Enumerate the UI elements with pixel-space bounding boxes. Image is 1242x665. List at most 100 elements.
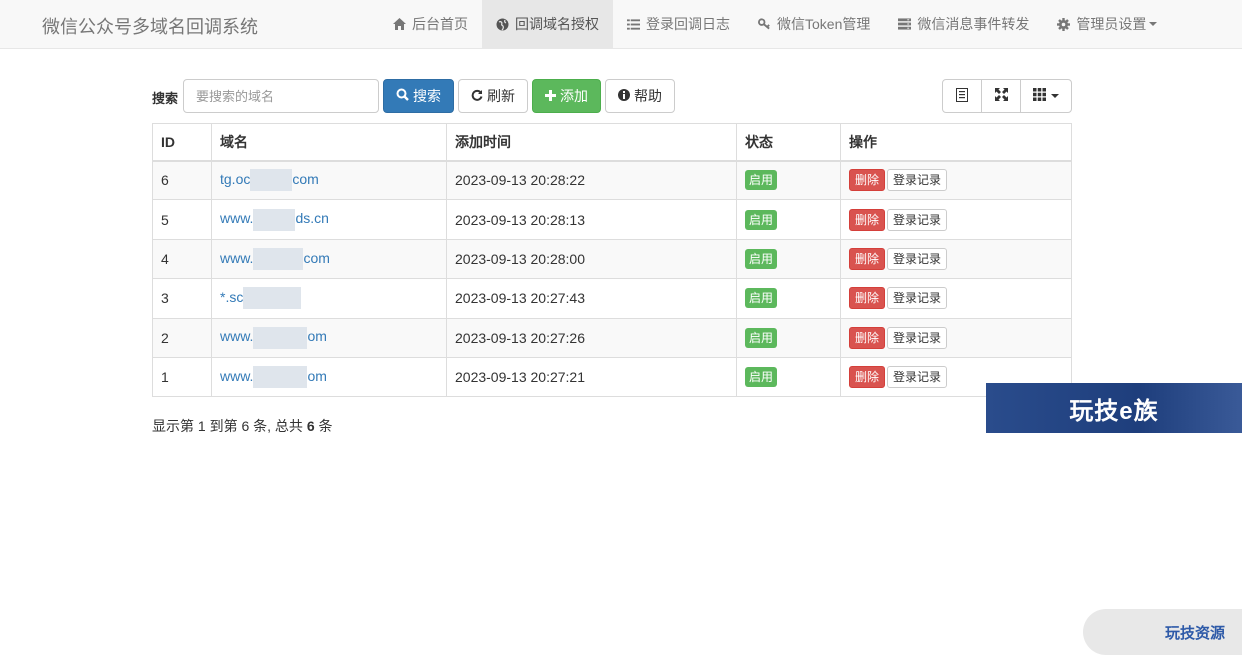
domain-link[interactable]: www. om <box>220 366 327 389</box>
column-header-status[interactable]: 状态 <box>736 123 841 162</box>
column-header-time[interactable]: 添加时间 <box>446 123 737 162</box>
chevron-down-icon <box>1051 94 1059 98</box>
table-header-row: ID 域名 添加时间 状态 操作 <box>152 123 1072 162</box>
delete-button[interactable]: 删除 <box>849 287 886 310</box>
search-button[interactable]: 搜索 <box>383 79 454 113</box>
pagination-text: 显示第 <box>152 418 194 434</box>
cell-id: 2 <box>152 317 212 358</box>
main-nav: 后台首页 回调域名授权 登录回调日志 微信Token管理 微信消息事件转发 管理… <box>379 0 1171 48</box>
gear-icon <box>1057 17 1071 31</box>
delete-button[interactable]: 删除 <box>849 366 886 389</box>
domain-text-start: www. <box>220 367 254 384</box>
column-header-id[interactable]: ID <box>152 123 212 162</box>
column-header-actions: 操作 <box>840 123 1072 162</box>
cell-time: 2023-09-13 20:28:22 <box>446 159 737 201</box>
status-badge[interactable]: 启用 <box>745 367 778 388</box>
cell-actions: 删除 登录记录 <box>840 317 1072 358</box>
pagination-from: 1 <box>197 418 206 434</box>
cell-status: 启用 <box>736 238 841 280</box>
nav-item-home[interactable]: 后台首页 <box>379 0 482 48</box>
redaction-blur <box>243 287 302 310</box>
columns-dropdown-button[interactable] <box>1020 79 1072 113</box>
nav-label: 后台首页 <box>412 16 468 32</box>
cell-id: 4 <box>152 238 212 280</box>
add-button-label: 添加 <box>560 88 588 104</box>
domain-text-start: www. <box>220 210 254 227</box>
help-button[interactable]: 帮助 <box>605 79 675 113</box>
brand-title[interactable]: 微信公众号多域名回调系统 <box>42 13 258 39</box>
domain-table: ID 域名 添加时间 状态 操作 6 tg.oc com 2023-09-13 2… <box>152 123 1072 398</box>
cell-status: 启用 <box>736 317 841 358</box>
nav-item-token[interactable]: 微信Token管理 <box>744 0 884 48</box>
top-navbar: 微信公众号多域名回调系统 后台首页 回调域名授权 登录回调日志 微信Token管… <box>0 0 1242 49</box>
list-icon <box>627 18 640 31</box>
nav-item-login-logs[interactable]: 登录回调日志 <box>613 0 744 48</box>
cell-actions: 删除 登录记录 <box>840 238 1072 280</box>
domain-link[interactable]: www. om <box>220 326 327 349</box>
help-button-label: 帮助 <box>634 88 662 104</box>
domain-link[interactable]: www. com <box>220 247 330 270</box>
cell-status: 启用 <box>736 199 841 240</box>
server-icon <box>898 18 912 31</box>
status-badge[interactable]: 启用 <box>745 248 778 269</box>
status-badge[interactable]: 启用 <box>745 170 778 191</box>
table-row: 1 www. om 2023-09-13 20:27:21 启用 删除 登录记录 <box>152 356 1072 398</box>
refresh-button-label: 刷新 <box>487 88 515 104</box>
domain-link[interactable]: *.sc <box>220 287 302 310</box>
chevron-down-icon <box>1149 22 1158 26</box>
pagination-text: 条, 总共 <box>253 418 303 434</box>
add-button[interactable]: 添加 <box>532 79 601 113</box>
pagination-to: 6 <box>241 418 250 434</box>
login-record-button[interactable]: 登录记录 <box>887 366 948 389</box>
corner-watermark: 玩技资源 <box>1083 609 1242 655</box>
status-badge[interactable]: 启用 <box>745 288 778 309</box>
delete-button[interactable]: 删除 <box>849 326 886 349</box>
nav-item-callback-domains[interactable]: 回调域名授权 <box>482 0 613 48</box>
cell-actions: 删除 登录记录 <box>840 199 1072 240</box>
status-badge[interactable]: 启用 <box>745 209 778 230</box>
nav-label: 管理员设置 <box>1076 16 1147 32</box>
login-record-button[interactable]: 登录记录 <box>887 326 948 349</box>
domain-text-start: tg.oc <box>220 171 251 188</box>
domain-link[interactable]: tg.oc com <box>220 169 319 192</box>
pagination-total: 6 <box>306 418 315 434</box>
pagination-text: 到第 <box>209 418 238 434</box>
info-icon <box>618 88 630 104</box>
login-record-button[interactable]: 登录记录 <box>887 208 948 231</box>
search-input[interactable] <box>183 79 379 113</box>
nav-label: 登录回调日志 <box>646 16 730 32</box>
column-header-domain[interactable]: 域名 <box>211 123 447 162</box>
delete-button[interactable]: 删除 <box>849 208 886 231</box>
nav-item-message-forward[interactable]: 微信消息事件转发 <box>884 0 1043 48</box>
domain-text-end: om <box>307 328 327 345</box>
delete-button[interactable]: 删除 <box>849 169 886 192</box>
toolbar: 搜索 搜索 刷新 添加 帮助 <box>152 79 1072 113</box>
nav-label: 微信Token管理 <box>777 16 871 32</box>
fullscreen-button[interactable] <box>981 79 1021 113</box>
nav-label: 微信消息事件转发 <box>917 16 1030 32</box>
pagination-info: 显示第 1 到第 6 条, 总共 6 条 <box>152 416 333 436</box>
cell-id: 1 <box>152 356 212 398</box>
search-label: 搜索 <box>152 91 179 106</box>
domain-text-start: www. <box>220 249 254 266</box>
login-record-button[interactable]: 登录记录 <box>887 287 948 310</box>
cell-status: 启用 <box>736 356 841 398</box>
domain-link[interactable]: www. ds.cn <box>220 208 329 231</box>
cell-domain: tg.oc com <box>211 159 447 201</box>
cell-domain: www. om <box>211 356 447 398</box>
status-badge[interactable]: 启用 <box>745 327 778 348</box>
domain-text-end: com <box>292 171 319 188</box>
nav-item-admin-settings[interactable]: 管理员设置 <box>1043 0 1171 48</box>
refresh-button[interactable]: 刷新 <box>458 79 528 113</box>
delete-button[interactable]: 删除 <box>849 247 886 270</box>
cell-domain: www. om <box>211 317 447 358</box>
redaction-blur <box>253 247 304 270</box>
domain-text-end: com <box>303 249 330 266</box>
cell-time: 2023-09-13 20:28:00 <box>446 238 737 280</box>
login-record-button[interactable]: 登录记录 <box>887 169 948 192</box>
redaction-blur <box>253 326 308 349</box>
cell-actions: 删除 登录记录 <box>840 278 1072 319</box>
toggle-view-button[interactable] <box>942 79 982 113</box>
login-record-button[interactable]: 登录记录 <box>887 247 948 270</box>
cell-time: 2023-09-13 20:27:21 <box>446 356 737 398</box>
